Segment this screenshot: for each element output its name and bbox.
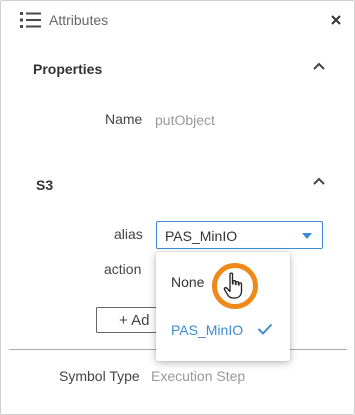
name-label: Name — [105, 111, 143, 127]
s3-collapse-chevron-up-icon[interactable] — [312, 176, 326, 186]
add-button-label: + Ad — [119, 312, 150, 329]
alias-label: alias — [114, 226, 143, 242]
close-icon[interactable] — [329, 13, 343, 27]
alias-select-value: PAS_MinIO — [165, 228, 238, 244]
symbol-type-label: Symbol Type — [59, 368, 140, 384]
hand-pointer-cursor-icon — [223, 272, 243, 299]
dropdown-option-pas-minio[interactable]: PAS_MinIO — [156, 309, 290, 349]
list-icon — [20, 12, 41, 28]
dropdown-option-label: PAS_MinIO — [171, 322, 244, 338]
check-icon — [257, 323, 273, 335]
action-label: action — [104, 261, 142, 277]
name-value: putObject — [155, 112, 215, 128]
properties-collapse-chevron-up-icon[interactable] — [312, 61, 326, 71]
panel-header: Attributes — [1, 1, 354, 39]
panel-title: Attributes — [49, 12, 109, 28]
properties-section-title: Properties — [33, 61, 103, 77]
s3-section-title: S3 — [36, 177, 54, 193]
alias-select[interactable]: PAS_MinIO — [156, 221, 323, 249]
dropdown-option-label: None — [171, 274, 205, 290]
attributes-panel: Attributes Properties Name putObject S3 … — [0, 0, 355, 415]
symbol-type-value: Execution Step — [151, 368, 246, 384]
caret-down-icon — [302, 233, 312, 239]
